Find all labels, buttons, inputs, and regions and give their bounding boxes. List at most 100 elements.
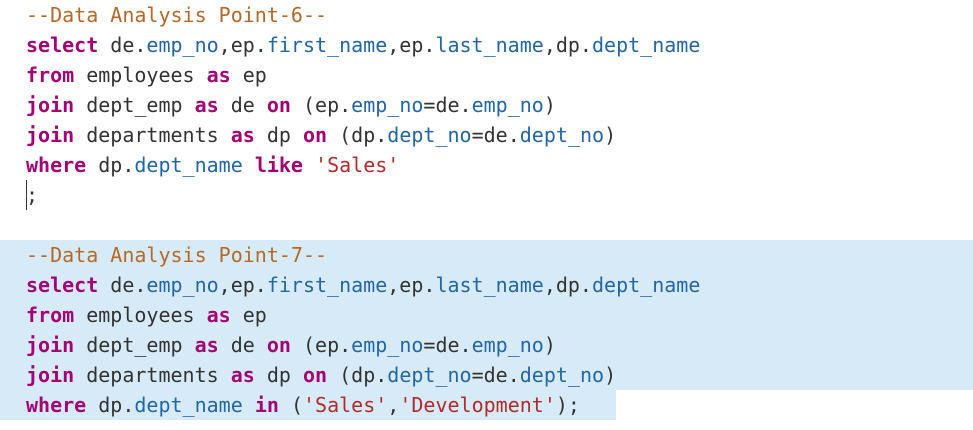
sql-column-token: emp_no [351, 93, 424, 117]
sql-plain-token: ,ep. [218, 33, 267, 57]
sql-plain-token: ,dp. [543, 273, 592, 297]
sql-column-token: dept_no [387, 123, 472, 147]
sql-column-token: first_name [266, 273, 388, 297]
sql-plain-token: de [218, 333, 267, 357]
sql-plain-token: (dp. [327, 123, 388, 147]
sql-plain-token: ; [26, 183, 39, 207]
sql-plain-token: ,dp. [543, 33, 592, 57]
sql-plain-token: employees [74, 303, 207, 327]
sql-keyword-token: join [26, 93, 75, 117]
sql-column-token: emp_no [471, 333, 544, 357]
sql-plain-token: , [387, 393, 400, 417]
sql-keyword-token: join [26, 123, 75, 147]
sql-plain-token: ,ep. [387, 33, 436, 57]
sql-string-token: 'Sales' [315, 153, 400, 177]
sql-keyword-token: from [26, 63, 75, 87]
code-line[interactable]: join departments as dp on (dp.dept_no=de… [0, 360, 973, 390]
sql-column-token: emp_no [471, 93, 544, 117]
sql-comment-token: --Data Analysis Point-7-- [26, 243, 328, 267]
sql-plain-token: ,ep. [218, 273, 267, 297]
sql-plain-token: dept_emp [74, 333, 195, 357]
sql-keyword-token: as [194, 333, 219, 357]
sql-plain-token: ep [230, 63, 267, 87]
sql-column-token: first_name [266, 33, 388, 57]
sql-keyword-token: join [26, 333, 75, 357]
sql-comment-token: --Data Analysis Point-6-- [26, 3, 328, 27]
sql-column-token: emp_no [146, 273, 219, 297]
sql-keyword-token: join [26, 363, 75, 387]
sql-plain-token: =de. [471, 123, 520, 147]
sql-plain-token: ) [543, 333, 556, 357]
code-line[interactable]: where dp.dept_name in ('Sales','Developm… [0, 390, 616, 420]
code-line[interactable]: select de.emp_no,ep.first_name,ep.last_n… [0, 270, 973, 300]
sql-keyword-token: as [230, 363, 255, 387]
code-line[interactable]: select de.emp_no,ep.first_name,ep.last_n… [0, 30, 700, 60]
sql-keyword-token: select [26, 273, 99, 297]
sql-keyword-token: in [254, 393, 279, 417]
sql-plain-token: (ep. [290, 333, 352, 357]
sql-column-token: dept_no [387, 363, 472, 387]
code-line[interactable] [0, 210, 26, 240]
code-line[interactable]: --Data Analysis Point-6-- [0, 0, 327, 30]
code-line[interactable]: join dept_emp as de on (ep.emp_no=de.emp… [0, 330, 973, 360]
sql-plain-token: (dp. [327, 363, 388, 387]
sql-plain-token: dp [254, 363, 303, 387]
sql-column-token: last_name [435, 33, 544, 57]
sql-column-token: dept_no [519, 123, 605, 147]
text-cursor [26, 180, 27, 210]
sql-column-token: dept_name [591, 33, 701, 57]
sql-string-token: 'Development' [399, 393, 556, 417]
sql-plain-token: ,ep. [387, 273, 436, 297]
sql-plain-token: dp. [86, 393, 135, 417]
sql-plain-token: departments [74, 363, 231, 387]
sql-plain-token: employees [74, 63, 207, 87]
sql-plain-token: =de. [471, 363, 520, 387]
sql-column-token: dept_name [134, 153, 243, 177]
sql-plain-token: dp [254, 123, 303, 147]
sql-column-token: emp_no [146, 33, 219, 57]
sql-plain-token: de [218, 93, 267, 117]
sql-plain-token [243, 153, 255, 177]
sql-column-token: last_name [435, 273, 544, 297]
sql-plain-token [243, 393, 255, 417]
code-line[interactable]: from employees as ep [0, 60, 267, 90]
sql-plain-token: dp. [86, 153, 135, 177]
sql-column-token: emp_no [351, 333, 424, 357]
sql-plain-token: ( [278, 393, 303, 417]
sql-keyword-token: as [230, 123, 255, 147]
code-line[interactable]: ; [0, 180, 38, 210]
sql-string-token: 'Sales' [303, 393, 388, 417]
sql-keyword-token: as [206, 303, 231, 327]
sql-plain-token: ep [230, 303, 267, 327]
sql-plain-token: departments [74, 123, 231, 147]
sql-code-editor[interactable]: --Data Analysis Point-6-- select de.emp_n… [0, 0, 973, 430]
sql-column-token: dept_name [134, 393, 243, 417]
sql-plain-token: dept_emp [74, 93, 195, 117]
sql-plain-token: (ep. [290, 93, 352, 117]
code-line[interactable]: where dp.dept_name like 'Sales' [0, 150, 399, 180]
code-line[interactable]: --Data Analysis Point-7-- [0, 240, 973, 270]
sql-column-token: dept_name [591, 273, 701, 297]
sql-plain-token: =de. [423, 93, 472, 117]
sql-plain-token: de. [98, 33, 147, 57]
sql-plain-token [303, 153, 315, 177]
sql-plain-token: ) [604, 363, 617, 387]
sql-keyword-token: select [26, 33, 99, 57]
sql-column-token: dept_no [519, 363, 605, 387]
sql-keyword-token: from [26, 303, 75, 327]
code-line[interactable]: join dept_emp as de on (ep.emp_no=de.emp… [0, 90, 556, 120]
sql-plain-token: ) [604, 123, 617, 147]
sql-keyword-token: like [254, 153, 303, 177]
sql-keyword-token: as [206, 63, 231, 87]
sql-plain-token: ) [543, 93, 556, 117]
sql-plain-token: =de. [423, 333, 472, 357]
code-line[interactable]: join departments as dp on (dp.dept_no=de… [0, 120, 616, 150]
sql-keyword-token: where [26, 153, 87, 177]
sql-keyword-token: on [266, 333, 291, 357]
sql-keyword-token: as [194, 93, 219, 117]
code-line[interactable]: from employees as ep [0, 300, 973, 330]
sql-plain-token: ); [555, 393, 580, 417]
sql-keyword-token: on [302, 123, 328, 147]
sql-keyword-token: on [266, 93, 291, 117]
sql-keyword-token: on [302, 363, 328, 387]
